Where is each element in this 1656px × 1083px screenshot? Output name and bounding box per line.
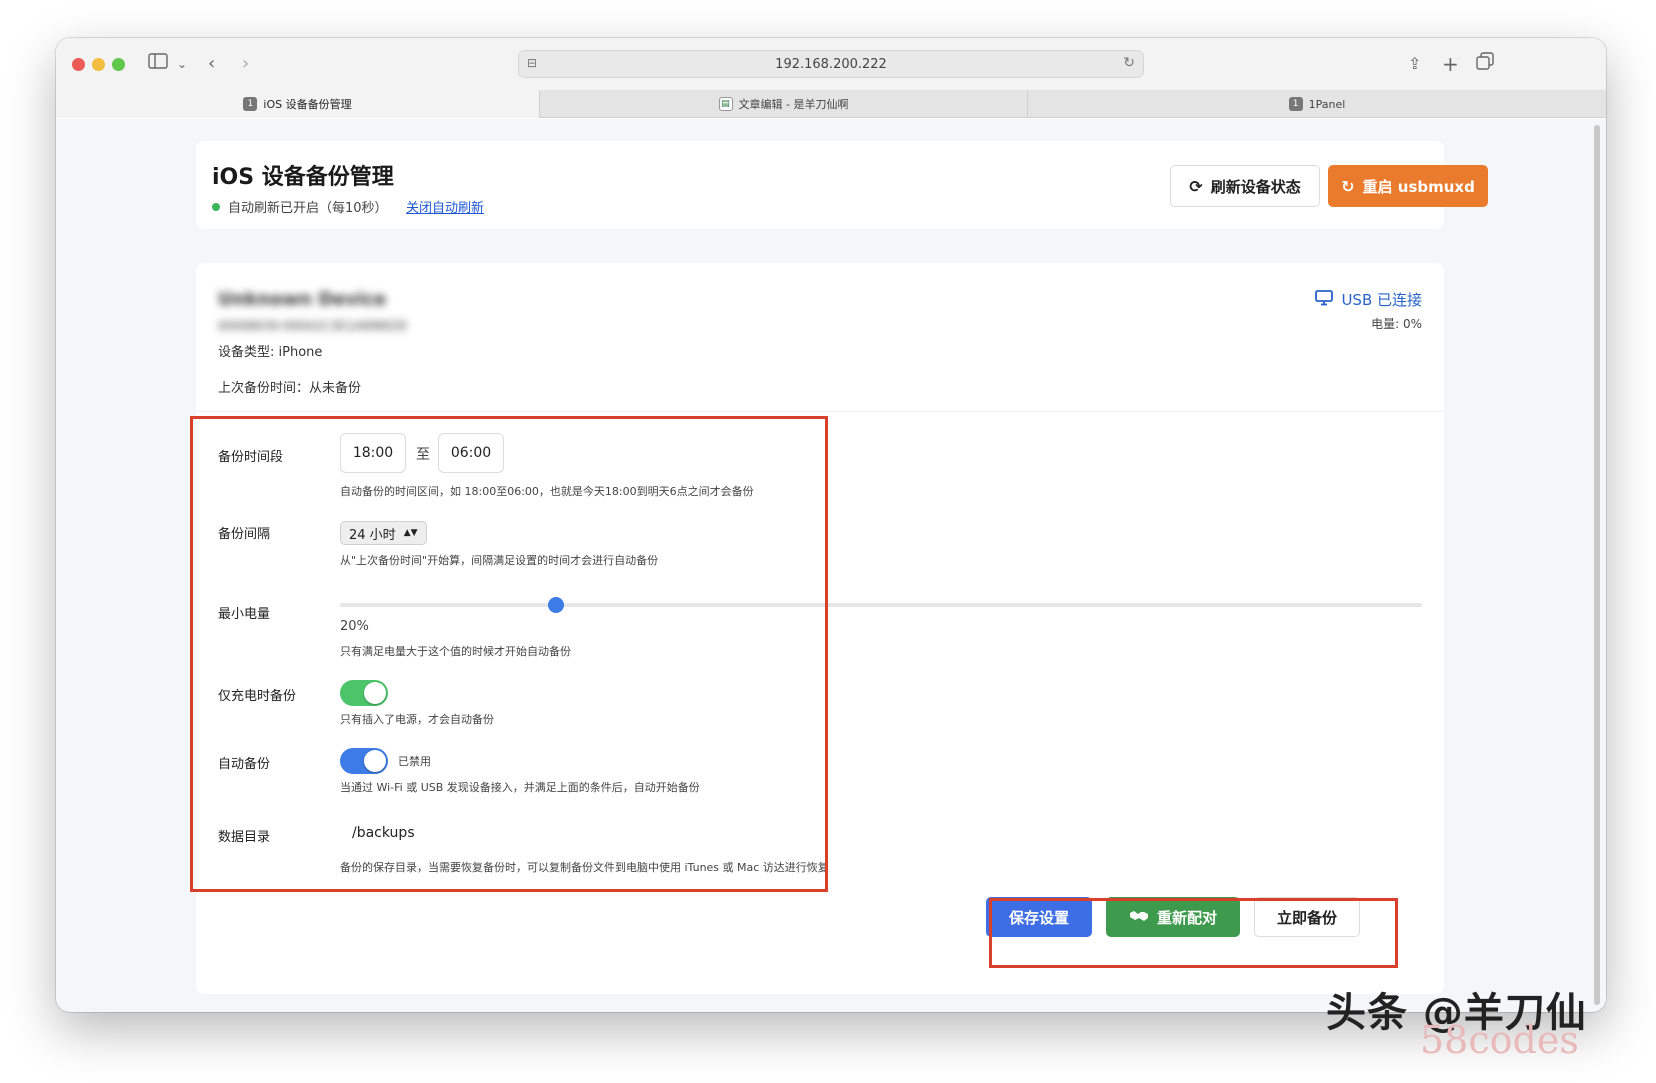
tab-label: iOS 设备备份管理 <box>263 98 352 111</box>
last-backup-time: 上次备份时间：从未备份 <box>218 381 362 396</box>
device-name-blurred: Unknown Device <box>218 289 387 310</box>
restart-usbmuxd-button[interactable]: ↻ 重启 usbmuxd <box>1328 165 1488 207</box>
refresh-device-button[interactable]: ⟳ 刷新设备状态 <box>1170 165 1320 207</box>
minimize-window-button[interactable] <box>92 58 105 71</box>
new-tab-icon[interactable]: + <box>1442 52 1459 76</box>
tab-ios-backup[interactable]: 1 iOS 设备备份管理 <box>56 90 539 118</box>
restart-button-label: 重启 usbmuxd <box>1362 177 1475 196</box>
battery-level: 电量: 0% <box>1371 317 1422 331</box>
usb-connection-status: USB 已连接 <box>1315 289 1422 310</box>
restart-icon: ↻ <box>1341 176 1355 196</box>
page-title: iOS 设备备份管理 <box>212 165 394 190</box>
status-dot <box>212 202 220 211</box>
back-arrow-icon[interactable]: ‹ <box>208 52 215 76</box>
refresh-button-label: 刷新设备状态 <box>1210 177 1301 196</box>
forward-arrow-icon[interactable]: › <box>242 52 249 76</box>
document-icon: ▤ <box>718 97 733 111</box>
tab-article-edit[interactable]: ▤ 文章编辑 - 是羊刀仙啊 <box>539 90 1027 118</box>
browser-toolbar: ⌄ ‹ › ⊟ 192.168.200.222 ↻ ⇪ + <box>56 38 1606 90</box>
divider <box>196 411 1444 412</box>
url-text: 192.168.200.222 <box>775 56 887 72</box>
tab-label: 1Panel <box>1308 97 1346 111</box>
refresh-icon: ⟳ <box>1189 176 1203 196</box>
tab-bar: 1 iOS 设备备份管理 ▤ 文章编辑 - 是羊刀仙啊 1 1Panel <box>56 90 1606 118</box>
device-type: 设备类型: iPhone <box>218 345 323 360</box>
device-id-blurred: 00008030-000A2C3E1A89802E <box>218 319 408 333</box>
usb-connection-text: USB 已连接 <box>1341 291 1422 309</box>
tab-badge: 1 <box>243 97 258 111</box>
maximize-window-button[interactable] <box>112 58 125 71</box>
monitor-icon <box>1315 289 1334 310</box>
share-icon[interactable]: ⇪ <box>1408 52 1421 76</box>
reload-icon[interactable]: ↻ <box>1123 55 1135 71</box>
address-bar[interactable]: ⊟ 192.168.200.222 ↻ <box>518 50 1144 78</box>
chevron-down-icon[interactable]: ⌄ <box>177 52 187 76</box>
site-settings-icon[interactable]: ⊟ <box>527 56 537 70</box>
scrollbar[interactable] <box>1594 125 1600 1005</box>
tab-badge: 1 <box>1288 97 1303 111</box>
settings-highlight-box <box>190 416 828 892</box>
close-auto-refresh-link[interactable]: 关闭自动刷新 <box>406 197 484 216</box>
auto-refresh-text: 自动刷新已开启（每10秒） <box>228 201 388 216</box>
watermark-site: 58codes <box>1420 1018 1579 1062</box>
tab-1panel[interactable]: 1 1Panel <box>1027 90 1606 118</box>
header-card: iOS 设备备份管理 自动刷新已开启（每10秒） 关闭自动刷新 ⟳ 刷新设备状态… <box>196 141 1488 229</box>
tab-overview-icon[interactable] <box>1476 52 1494 77</box>
close-window-button[interactable] <box>72 58 85 71</box>
actions-highlight-box <box>989 898 1398 968</box>
sidebar-toggle-icon[interactable] <box>148 52 168 76</box>
tab-label: 文章编辑 - 是羊刀仙啊 <box>738 98 849 111</box>
auto-refresh-status: 自动刷新已开启（每10秒） <box>212 197 388 216</box>
